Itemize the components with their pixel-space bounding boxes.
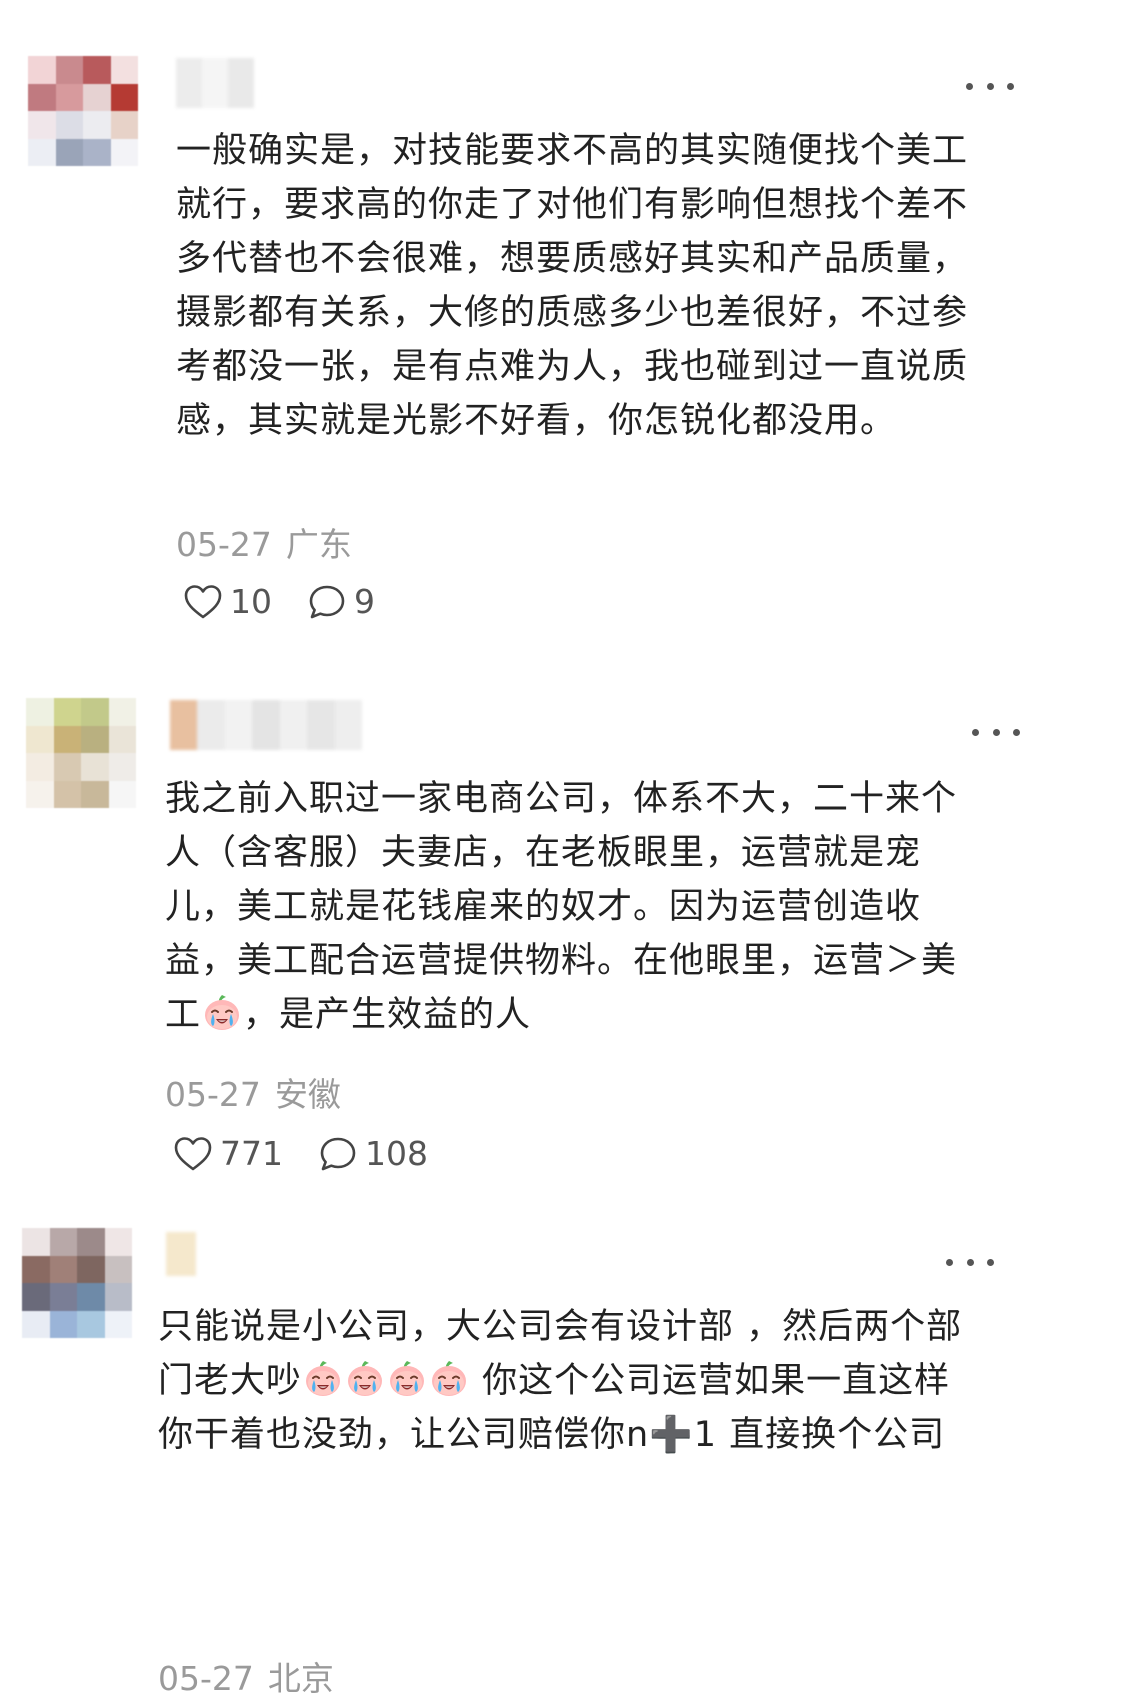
crying-face-emoji	[303, 1358, 343, 1398]
crying-face-emoji	[429, 1358, 469, 1398]
crying-face-emoji	[387, 1358, 427, 1398]
crying-face-emoji	[345, 1358, 385, 1398]
comment-text: 只能说是小公司，大公司会有设计部 ，然后两个部门老大吵 你这个公司运营如果一直这…	[158, 1300, 978, 1462]
comment-meta: 05-27 北京	[158, 1652, 334, 1700]
more-dots-icon[interactable]	[946, 1250, 994, 1274]
comment-region: 北京	[267, 1659, 334, 1698]
comment-date: 05-27	[158, 1659, 254, 1698]
avatar[interactable]	[22, 1228, 132, 1338]
username[interactable]	[166, 1232, 196, 1276]
comment-item: 只能说是小公司，大公司会有设计部 ，然后两个部门老大吵 你这个公司运营如果一直这…	[0, 0, 1121, 1698]
